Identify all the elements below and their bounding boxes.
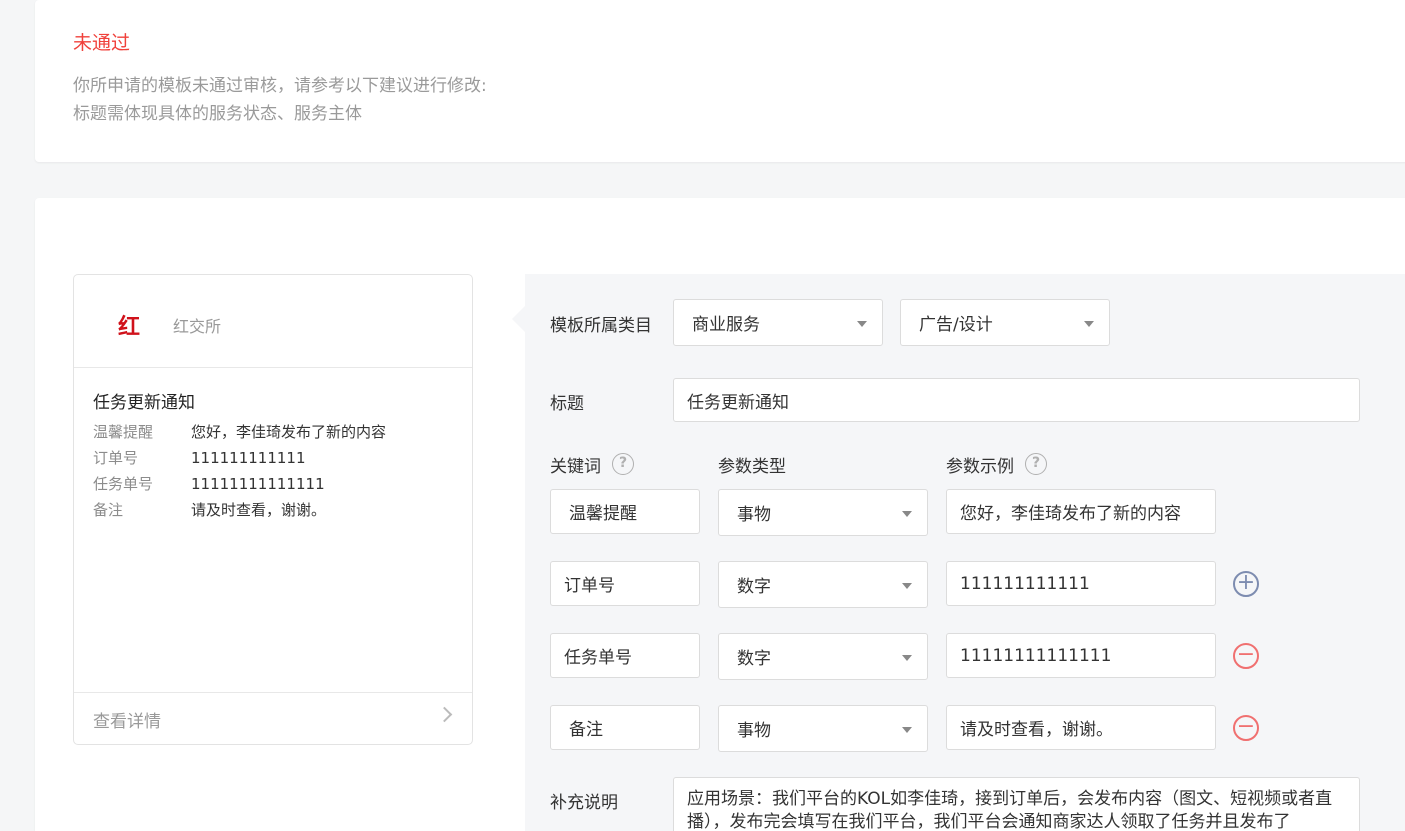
- title-input[interactable]: 任务更新通知: [673, 378, 1360, 422]
- category-secondary-select[interactable]: 广告/设计: [900, 299, 1110, 346]
- param-example-value: 111111111111: [960, 573, 1090, 594]
- preview-row: 温馨提醒 您好，李佳琦发布了新的内容: [93, 419, 453, 445]
- supplement-textarea[interactable]: 应用场景：我们平台的KOL如李佳琦，接到订单后，会发布内容（图文、短视频或者直播…: [673, 777, 1360, 831]
- param-type-value: 数字: [737, 649, 771, 669]
- message-preview: 红 红交所 任务更新通知 温馨提醒 您好，李佳琦发布了新的内容 订单号 1111…: [73, 274, 473, 745]
- category-label: 模板所属类目: [550, 316, 652, 336]
- preview-row: 备注 请及时查看，谢谢。: [93, 497, 453, 523]
- preview-row-key: 备注: [93, 501, 124, 519]
- review-message: 你所申请的模板未通过审核，请参考以下建议进行修改:: [73, 76, 487, 96]
- caret-down-icon: [902, 510, 912, 517]
- param-type-value: 事物: [737, 505, 771, 525]
- category-primary-value: 商业服务: [692, 315, 760, 335]
- review-status-title: 未通过: [73, 32, 131, 54]
- question-circle-icon[interactable]: ?: [1025, 453, 1047, 475]
- keyword-input[interactable]: 订单号: [550, 561, 700, 606]
- category-primary-select[interactable]: 商业服务: [673, 299, 883, 346]
- preview-row: 任务单号 11111111111111: [93, 471, 453, 497]
- param-type-value: 事物: [737, 721, 771, 741]
- caret-down-icon: [902, 654, 912, 661]
- preview-title: 任务更新通知: [93, 393, 195, 413]
- minus-circle-icon[interactable]: −: [1233, 643, 1259, 669]
- title-label: 标题: [550, 394, 584, 414]
- preview-row-key: 温馨提醒: [93, 423, 154, 441]
- caret-down-icon: [857, 320, 867, 327]
- app-name: 红交所: [173, 317, 222, 336]
- caret-down-icon: [902, 582, 912, 589]
- param-type-select[interactable]: 事物: [718, 489, 928, 536]
- keyword-value: 任务单号: [564, 648, 632, 668]
- plus-circle-icon[interactable]: +: [1233, 571, 1259, 597]
- keyword-value: 备注: [569, 720, 603, 740]
- chevron-right-icon: [436, 706, 453, 723]
- review-status-card: 未通过 你所申请的模板未通过审核，请参考以下建议进行修改: 标题需体现具体的服务…: [35, 0, 1405, 162]
- preview-row: 订单号 111111111111: [93, 445, 453, 471]
- preview-header: 红 红交所: [74, 275, 472, 368]
- param-example-input[interactable]: 请及时查看，谢谢。: [946, 705, 1216, 750]
- keyword-header: 关键词: [550, 457, 601, 477]
- preview-row-key: 订单号: [93, 449, 139, 467]
- param-type-header: 参数类型: [718, 457, 786, 477]
- question-circle-icon[interactable]: ?: [612, 453, 634, 475]
- param-example-input[interactable]: 111111111111: [946, 561, 1216, 606]
- view-details-link[interactable]: 查看详情: [74, 692, 472, 744]
- caret-down-icon: [1084, 320, 1094, 327]
- preview-row-value: 请及时查看，谢谢。: [191, 501, 327, 519]
- param-example-input[interactable]: 11111111111111: [946, 633, 1216, 678]
- preview-body: 任务更新通知 温馨提醒 您好，李佳琦发布了新的内容 订单号 1111111111…: [93, 388, 453, 523]
- param-type-select[interactable]: 数字: [718, 633, 928, 680]
- supplement-label: 补充说明: [550, 793, 618, 813]
- keyword-input[interactable]: 备注: [550, 705, 700, 750]
- param-type-value: 数字: [737, 577, 771, 597]
- minus-circle-icon[interactable]: −: [1233, 715, 1259, 741]
- preview-row-value: 您好，李佳琦发布了新的内容: [191, 423, 387, 441]
- param-example-value: 11111111111111: [960, 645, 1112, 666]
- title-input-value: 任务更新通知: [687, 392, 789, 413]
- preview-row-key: 任务单号: [93, 475, 154, 493]
- param-type-select[interactable]: 数字: [718, 561, 928, 608]
- keyword-input[interactable]: 任务单号: [550, 633, 700, 678]
- keyword-value: 温馨提醒: [569, 504, 637, 524]
- param-example-value: 您好，李佳琦发布了新的内容: [960, 504, 1181, 524]
- view-details-label: 查看详情: [93, 712, 161, 732]
- preview-row-value: 111111111111: [191, 449, 306, 467]
- review-suggestion: 标题需体现具体的服务状态、服务主体: [73, 104, 362, 124]
- param-example-header: 参数示例: [946, 457, 1014, 477]
- app-logo: 红: [118, 314, 141, 340]
- param-type-select[interactable]: 事物: [718, 705, 928, 752]
- caret-down-icon: [902, 726, 912, 733]
- preview-row-value: 11111111111111: [191, 475, 325, 493]
- keyword-input[interactable]: 温馨提醒: [550, 489, 700, 534]
- keyword-value: 订单号: [564, 576, 615, 596]
- param-example-value: 请及时查看，谢谢。: [960, 720, 1113, 740]
- template-editor-card: 红 红交所 任务更新通知 温馨提醒 您好，李佳琦发布了新的内容 订单号 1111…: [35, 198, 1405, 831]
- param-example-input[interactable]: 您好，李佳琦发布了新的内容: [946, 489, 1216, 534]
- template-form: 模板所属类目 商业服务 广告/设计 标题 任务更新通知 关键词 ? 参数类型 参…: [512, 274, 1405, 831]
- category-secondary-value: 广告/设计: [919, 315, 993, 335]
